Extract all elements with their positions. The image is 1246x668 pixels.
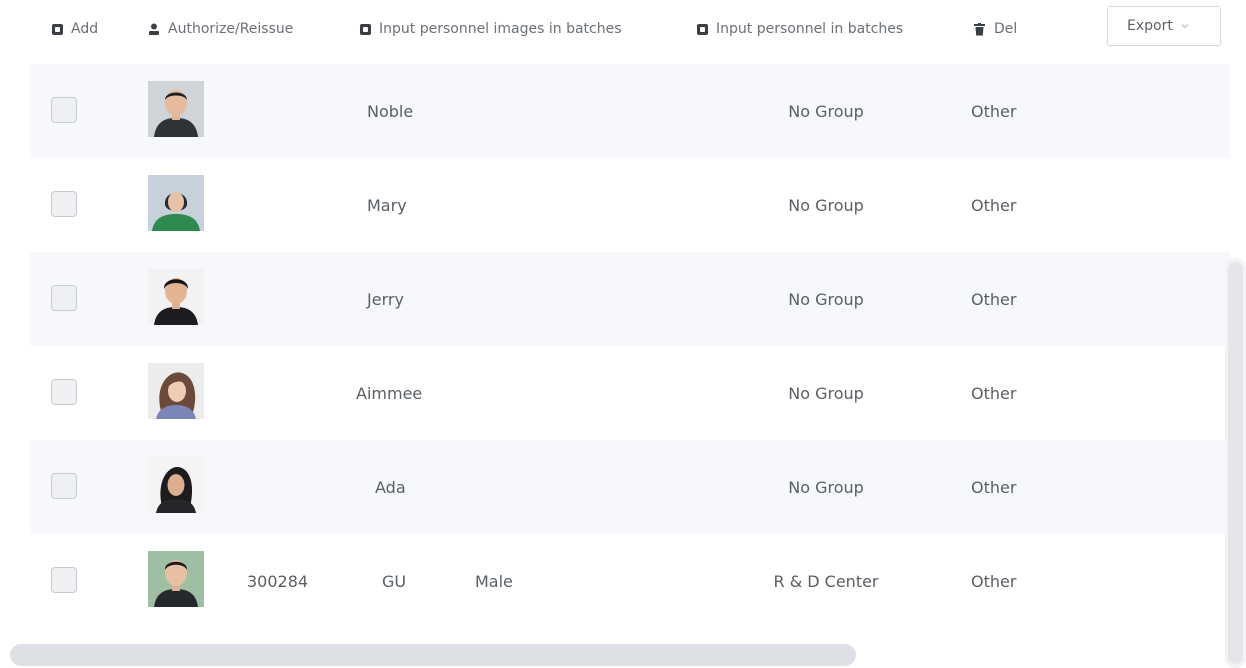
export-label: Export bbox=[1127, 18, 1173, 34]
male-photo-avatar bbox=[148, 81, 204, 137]
person-group: No Group bbox=[788, 383, 864, 403]
delete-button[interactable]: Del bbox=[974, 18, 1017, 40]
row-checkbox[interactable] bbox=[51, 191, 77, 217]
row-checkbox[interactable] bbox=[51, 97, 77, 123]
female-photo-avatar bbox=[148, 175, 204, 231]
authorize-reissue-label: Authorize/Reissue bbox=[168, 21, 294, 37]
male-photo-avatar bbox=[148, 551, 204, 607]
person-type: Other bbox=[971, 195, 1017, 215]
input-images-batch-button[interactable]: Input personnel images in batches bbox=[360, 18, 622, 40]
female-photo-avatar bbox=[148, 363, 204, 419]
person-group: No Group bbox=[788, 101, 864, 121]
person-group: No Group bbox=[788, 477, 864, 497]
person-name: Noble bbox=[367, 101, 414, 121]
person-group: R & D Center bbox=[773, 571, 879, 591]
chevron-down-icon bbox=[1181, 24, 1189, 29]
person-type: Other bbox=[971, 477, 1017, 497]
person-group: No Group bbox=[788, 289, 864, 309]
table-row[interactable]: Mary No Group Other bbox=[30, 158, 1230, 252]
person-name: Jerry bbox=[367, 289, 404, 309]
table-row[interactable]: Ada No Group Other bbox=[30, 440, 1230, 534]
person-name: Aimmee bbox=[356, 383, 423, 403]
row-checkbox[interactable] bbox=[51, 379, 77, 405]
input-images-batch-label: Input personnel images in batches bbox=[379, 21, 622, 37]
table-row[interactable]: Jerry No Group Other bbox=[30, 252, 1230, 346]
person-id: 300284 bbox=[247, 571, 309, 591]
input-personnel-batch-label: Input personnel in batches bbox=[716, 21, 904, 37]
personnel-management-page: Add Authorize/Reissue Input personnel im… bbox=[0, 0, 1246, 668]
person-type: Other bbox=[971, 289, 1017, 309]
female-photo-avatar bbox=[148, 457, 204, 513]
import-personnel-icon bbox=[697, 23, 708, 35]
add-label: Add bbox=[71, 21, 99, 37]
add-button[interactable]: Add bbox=[52, 18, 98, 40]
table-row[interactable]: Noble No Group Other bbox=[30, 64, 1230, 158]
vertical-scrollbar-thumb[interactable] bbox=[1228, 262, 1243, 664]
person-name: Ada bbox=[375, 477, 406, 497]
male-photo-avatar bbox=[148, 269, 204, 325]
person-type: Other bbox=[971, 571, 1017, 591]
person-icon bbox=[148, 23, 160, 35]
person-gender: Male bbox=[475, 571, 513, 591]
import-images-icon bbox=[360, 23, 371, 35]
table-row[interactable]: Aimmee No Group Other bbox=[30, 346, 1230, 440]
person-name: Mary bbox=[367, 195, 407, 215]
person-name: GU bbox=[382, 571, 407, 591]
add-icon bbox=[52, 23, 63, 35]
person-group: No Group bbox=[788, 195, 864, 215]
row-checkbox[interactable] bbox=[51, 285, 77, 311]
table-row[interactable]: 300284 GU Male R & D Center Other bbox=[30, 534, 1230, 628]
trash-icon bbox=[974, 23, 986, 36]
row-checkbox[interactable] bbox=[51, 473, 77, 499]
authorize-reissue-button[interactable]: Authorize/Reissue bbox=[148, 18, 293, 40]
toolbar: Add Authorize/Reissue Input personnel im… bbox=[0, 0, 1246, 60]
vertical-scrollbar[interactable] bbox=[1225, 258, 1246, 668]
export-dropdown[interactable]: Export bbox=[1107, 6, 1221, 46]
row-checkbox[interactable] bbox=[51, 567, 77, 593]
person-type: Other bbox=[971, 101, 1017, 121]
input-personnel-batch-button[interactable]: Input personnel in batches bbox=[697, 18, 903, 40]
horizontal-scrollbar[interactable] bbox=[10, 644, 856, 666]
person-type: Other bbox=[971, 383, 1017, 403]
delete-label: Del bbox=[994, 21, 1018, 37]
